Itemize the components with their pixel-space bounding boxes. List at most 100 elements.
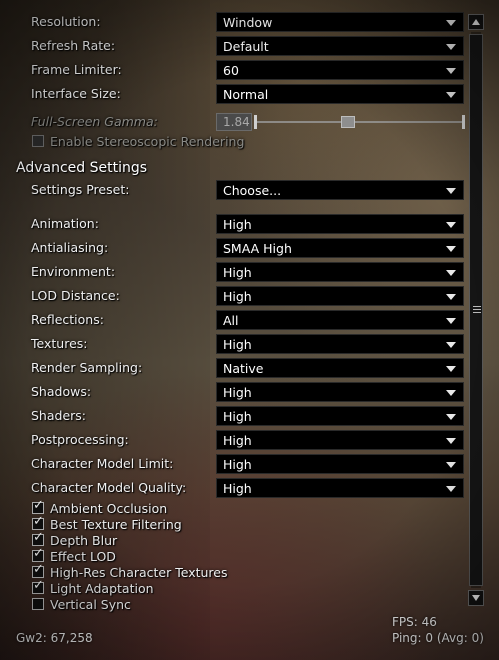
refresh-rate-dropdown[interactable]: Default: [216, 36, 464, 56]
render-sampling-value: Native: [223, 361, 264, 376]
gw2-count: Gw2: 67,258: [16, 631, 93, 645]
stereoscopic-checkbox[interactable]: [32, 135, 44, 147]
chevron-down-icon: [446, 390, 456, 396]
textures-label: Textures:: [31, 336, 88, 351]
reflections-value: All: [223, 313, 239, 328]
chevron-down-icon: [446, 44, 456, 50]
lod-distance-dropdown[interactable]: High: [216, 286, 464, 306]
grip-line: [473, 306, 481, 307]
character-model-limit-value: High: [223, 457, 252, 472]
chevron-down-icon: [446, 318, 456, 324]
ambient-occlusion-checkbox[interactable]: ✓: [32, 498, 44, 514]
shaders-label: Shaders:: [31, 408, 87, 423]
render-sampling-label: Render Sampling:: [31, 360, 143, 375]
chevron-down-icon: [446, 20, 456, 26]
check-icon: ✓: [33, 514, 44, 529]
frame-limiter-value: 60: [223, 63, 239, 78]
settings-preset-dropdown[interactable]: Choose...: [216, 180, 464, 200]
interface-size-label: Interface Size:: [31, 86, 121, 101]
best-texture-filtering-checkbox[interactable]: ✓: [32, 514, 44, 530]
scroll-thumb[interactable]: [469, 34, 483, 586]
resolution-label: Resolution:: [31, 14, 101, 29]
check-icon: ✓: [33, 578, 44, 593]
textures-value: High: [223, 337, 252, 352]
check-icon: ✓: [33, 530, 44, 545]
postprocessing-dropdown[interactable]: High: [216, 430, 464, 450]
chevron-down-icon: [446, 462, 456, 468]
textures-dropdown[interactable]: High: [216, 334, 464, 354]
scroll-down-button[interactable]: [468, 590, 484, 606]
fps-readout: FPS: 46: [392, 615, 437, 629]
postprocessing-value: High: [223, 433, 252, 448]
slider-line: [254, 121, 465, 123]
character-model-limit-label: Character Model Limit:: [31, 456, 174, 471]
antialiasing-dropdown[interactable]: SMAA High: [216, 238, 464, 258]
character-model-quality-value: High: [223, 481, 252, 496]
character-model-quality-dropdown[interactable]: High: [216, 478, 464, 498]
ambient-occlusion-label: Ambient Occlusion: [50, 501, 168, 516]
shadows-label: Shadows:: [31, 384, 92, 399]
slider-start-cap: [254, 115, 257, 129]
check-icon: ✓: [33, 498, 44, 513]
character-model-limit-dropdown[interactable]: High: [216, 454, 464, 474]
animation-label: Animation:: [31, 216, 99, 231]
gamma-value-box: 1.84: [216, 113, 252, 131]
chevron-down-icon: [446, 366, 456, 372]
shadows-value: High: [223, 385, 252, 400]
advanced-settings-heading: Advanced Settings: [16, 160, 148, 176]
frame-limiter-dropdown[interactable]: 60: [216, 60, 464, 80]
depth-blur-checkbox[interactable]: ✓: [32, 530, 44, 546]
reflections-dropdown[interactable]: All: [216, 310, 464, 330]
interface-size-value: Normal: [223, 87, 269, 102]
environment-value: High: [223, 265, 252, 280]
depth-blur-label: Depth Blur: [50, 533, 118, 548]
check-icon: ✓: [33, 562, 44, 577]
gamma-label: Full-Screen Gamma:: [31, 114, 158, 129]
chevron-down-icon: [446, 188, 456, 194]
scroll-up-button[interactable]: [468, 14, 484, 30]
shaders-dropdown[interactable]: High: [216, 406, 464, 426]
refresh-rate-value: Default: [223, 39, 269, 54]
chevron-down-icon: [446, 68, 456, 74]
resolution-dropdown[interactable]: Window: [216, 12, 464, 32]
chevron-down-icon: [446, 414, 456, 420]
character-model-quality-label: Character Model Quality:: [31, 480, 187, 495]
shadows-dropdown[interactable]: High: [216, 382, 464, 402]
environment-dropdown[interactable]: High: [216, 262, 464, 282]
chevron-down-icon: [446, 270, 456, 276]
chevron-down-icon: [446, 486, 456, 492]
vertical-sync-checkbox[interactable]: [32, 598, 44, 610]
postprocessing-label: Postprocessing:: [31, 432, 129, 447]
settings-preset-value: Choose...: [223, 183, 282, 198]
settings-preset-label: Settings Preset:: [31, 182, 130, 197]
gamma-slider[interactable]: [254, 113, 465, 131]
animation-value: High: [223, 217, 252, 232]
ping-readout: Ping: 0 (Avg: 0): [392, 631, 484, 645]
reflections-label: Reflections:: [31, 312, 104, 327]
lod-distance-label: LOD Distance:: [31, 288, 120, 303]
resolution-value: Window: [223, 15, 273, 30]
chevron-down-icon: [446, 438, 456, 444]
light-adaptation-checkbox[interactable]: ✓: [32, 578, 44, 594]
interface-size-dropdown[interactable]: Normal: [216, 84, 464, 104]
grip-line: [473, 312, 481, 313]
antialiasing-value: SMAA High: [223, 241, 292, 256]
render-sampling-dropdown[interactable]: Native: [216, 358, 464, 378]
best-texture-filtering-label: Best Texture Filtering: [50, 517, 182, 532]
effect-lod-checkbox[interactable]: ✓: [32, 546, 44, 562]
chevron-down-icon: [446, 294, 456, 300]
lod-distance-value: High: [223, 289, 252, 304]
high-res-character-textures-checkbox[interactable]: ✓: [32, 562, 44, 578]
environment-label: Environment:: [31, 264, 116, 279]
stereoscopic-label: Enable Stereoscopic Rendering: [50, 134, 245, 149]
effect-lod-label: Effect LOD: [50, 549, 116, 564]
gamma-slider-thumb[interactable]: [341, 116, 355, 128]
frame-limiter-label: Frame Limiter:: [31, 62, 122, 77]
gamma-value: 1.84: [223, 115, 250, 129]
high-res-character-textures-label: High-Res Character Textures: [50, 565, 228, 580]
refresh-rate-label: Refresh Rate:: [31, 38, 116, 53]
animation-dropdown[interactable]: High: [216, 214, 464, 234]
check-icon: ✓: [33, 546, 44, 561]
scrollbar[interactable]: [468, 14, 484, 606]
chevron-down-icon: [446, 92, 456, 98]
